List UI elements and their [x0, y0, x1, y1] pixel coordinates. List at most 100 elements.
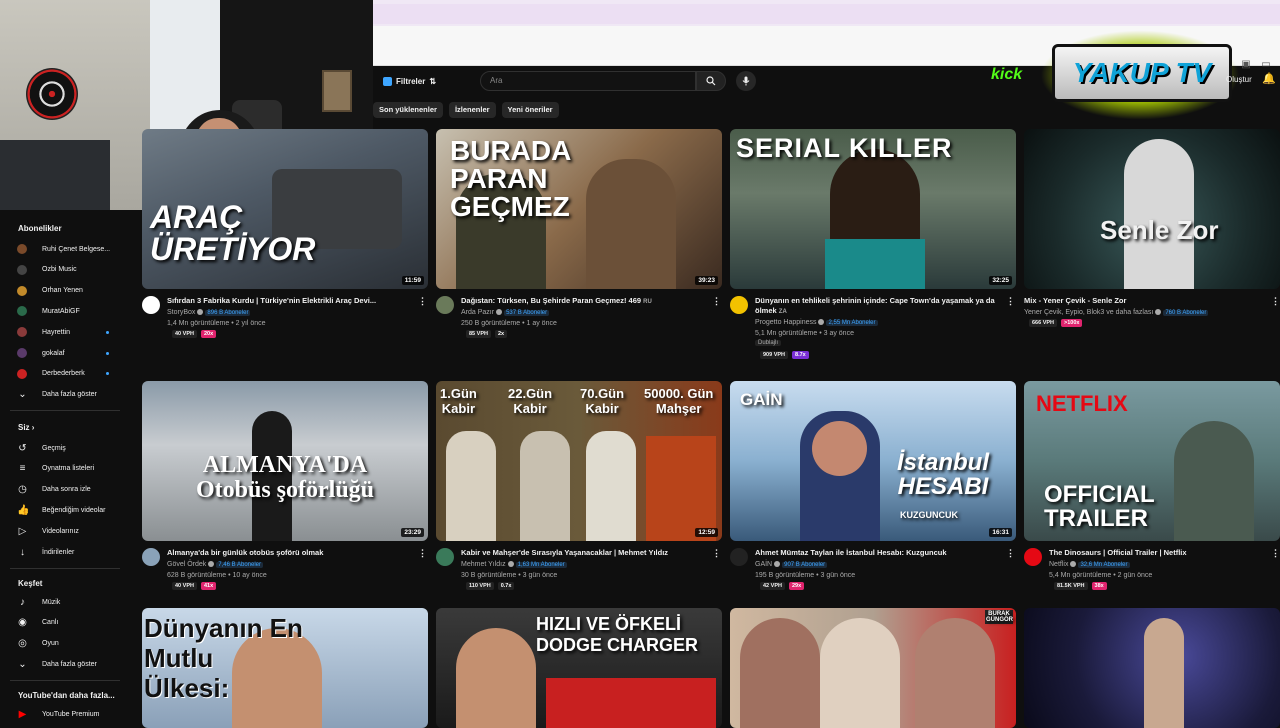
sidebar-item-subscription[interactable]: gokalaf: [17, 345, 125, 361]
channel-name[interactable]: Yener Çevik, Eypio, Blok3 ve daha fazlas…: [1024, 309, 1153, 316]
channel-avatar[interactable]: [730, 296, 748, 314]
sidebar-item-subscription[interactable]: Ruhi Çenet Belgese...: [17, 241, 125, 257]
video-thumbnail[interactable]: ARAÇ ÜRETİYOR 11:59: [142, 129, 428, 289]
vph-badge: 85 VPH: [466, 330, 491, 338]
search-input[interactable]: Ara: [480, 71, 696, 91]
video-title[interactable]: Sıfırdan 3 Fabrika Kurdu | Türkiye'nin E…: [167, 296, 417, 306]
video-title-text: Sıfırdan 3 Fabrika Kurdu | Türkiye'nin E…: [167, 296, 377, 305]
sidebar-item-label: Müzik: [42, 598, 61, 606]
sidebar-item-subscription[interactable]: MuratAbiGF: [17, 303, 125, 319]
video-thumbnail[interactable]: ALMANYA'DA Otobüs şoförlüğü 23:29: [142, 381, 428, 541]
channel-line: Yener Çevik, Eypio, Blok3 ve daha fazlas…: [1024, 308, 1209, 318]
vph-badge: 40 VPH: [172, 582, 197, 590]
notifications-icon[interactable]: 🔔: [1262, 72, 1276, 85]
chip-recent[interactable]: Son yüklenenler: [373, 102, 443, 118]
show-more-label: Daha fazla göster: [42, 660, 97, 668]
video-title[interactable]: Dünyanın en tehlikeli şehrinin içinde: C…: [755, 296, 1005, 317]
channel-name[interactable]: GAİN: [755, 561, 772, 568]
channel-name[interactable]: Mehmet Yıldız: [461, 561, 506, 568]
sidebar-item-music[interactable]: ♪ Müzik: [17, 594, 125, 610]
channel-avatar: [17, 327, 27, 338]
multiplier-badge: 41x: [200, 582, 217, 590]
sidebar-item-playlist[interactable]: ≡ Oynatma listeleri: [17, 461, 125, 477]
channel-avatar[interactable]: [1024, 548, 1042, 566]
sidebar-item-subscription[interactable]: Orhan Yenen: [17, 283, 125, 299]
more-options-icon[interactable]: ⋮: [1006, 296, 1015, 307]
view-count: 5,4 Mn görüntüleme: [1049, 572, 1112, 579]
verified-icon: [774, 561, 781, 568]
subscriptions-show-more[interactable]: ⌄ Daha fazla göster: [17, 386, 125, 402]
upload-age: 10 ay önce: [232, 572, 267, 579]
channel-avatar[interactable]: [142, 548, 160, 566]
video-thumbnail[interactable]: HIZLI VE ÖFKELİ DODGE CHARGER: [436, 608, 722, 728]
video-thumbnail[interactable]: BURADA PARAN GEÇMEZ 39:23: [436, 129, 722, 289]
chip-new-recommendations[interactable]: Yeni öneriler: [501, 102, 559, 118]
channel-name[interactable]: Progetto Happiness: [755, 319, 816, 326]
channel-avatar[interactable]: [436, 296, 454, 314]
person-image: [915, 618, 995, 728]
sidebar-item-clock[interactable]: ◷ Daha sonra izle: [17, 482, 125, 498]
filters-button[interactable]: Filtreler ⇅: [383, 73, 436, 89]
sidebar-item-subscription[interactable]: Ozbi Music: [17, 262, 125, 278]
channel-avatar[interactable]: [436, 548, 454, 566]
more-options-icon[interactable]: ⋮: [1271, 296, 1280, 307]
create-button[interactable]: Oluştur: [1226, 75, 1252, 84]
more-options-icon[interactable]: ⋮: [418, 296, 427, 307]
video-thumbnail[interactable]: NETFLIX OFFICIAL TRAILER: [1024, 381, 1280, 541]
yakup-tv-logo: YAKUP TV: [1052, 44, 1232, 102]
video-thumbnail[interactable]: Senle Zor: [1024, 129, 1280, 289]
sidebar-item-live[interactable]: ◉ Canlı: [17, 615, 125, 631]
video-thumbnail[interactable]: 1.Gün Kabir 22.Gün Kabir 70.Gün Kabir 50000…: [436, 381, 722, 541]
channel-avatar[interactable]: [142, 296, 160, 314]
sidebar-item-subscription[interactable]: Hayrettin: [17, 324, 125, 340]
sidebar-item-thumb-up[interactable]: 👍 Beğendiğim videolar: [17, 502, 125, 518]
video-title[interactable]: Kabir ve Mahşer'de Sırasıyla Yaşanacakla…: [461, 548, 711, 558]
video-thumbnail[interactable]: [1024, 608, 1280, 728]
more-options-icon[interactable]: ⋮: [418, 548, 427, 559]
sidebar-item-label: YouTube Premium: [42, 710, 100, 718]
channel-avatar[interactable]: [730, 548, 748, 566]
sidepanel-icon[interactable]: ▭: [1260, 58, 1272, 70]
explore-show-more[interactable]: ⌄ Daha fazla göster: [17, 656, 125, 672]
sidebar-item-download[interactable]: ↓ İndirilenler: [17, 544, 125, 560]
browser-active-tab-area[interactable]: [373, 4, 1280, 24]
channel-name[interactable]: Gövel Ördek: [167, 561, 206, 568]
more-options-icon[interactable]: ⋮: [1006, 548, 1015, 559]
subscriptions-title[interactable]: Abonelikler: [18, 224, 62, 233]
thumbnail-label: 1.Gün Kabir: [440, 386, 477, 416]
figure-image: [446, 431, 496, 541]
chip-watched[interactable]: İzlenenler: [448, 102, 496, 118]
mic-icon: [742, 76, 750, 86]
sidebar-item-video[interactable]: ▷ Videolarınız: [17, 523, 125, 539]
you-section-title[interactable]: Siz ›: [18, 423, 34, 432]
search-button[interactable]: [696, 71, 726, 91]
kick-logo: kick: [991, 66, 1023, 83]
video-thumbnail[interactable]: BURAK GÜNGÖR: [730, 608, 1016, 728]
video-thumbnail[interactable]: SERIAL KILLER 32:25: [730, 129, 1016, 289]
channel-name[interactable]: StoryBox: [167, 309, 195, 316]
thumbnail-text: Senle Zor: [1100, 215, 1219, 245]
video-title[interactable]: Mix - Yener Çevik - Senle Zor: [1024, 296, 1274, 306]
video-thumbnail[interactable]: Dünyanın En Mutlu Ülkesi:: [142, 608, 428, 728]
thumbnail-subtext: KUZGUNCUK: [900, 510, 958, 520]
video-thumbnail[interactable]: GAİN İstanbul HESABI KUZGUNCUK 16:31: [730, 381, 1016, 541]
sidebar-item-history[interactable]: ↺ Geçmiş: [17, 440, 125, 456]
video-title[interactable]: Ahmet Mümtaz Taylan ile İstanbul Hesabı:…: [755, 548, 1005, 558]
video-title[interactable]: Dağıstan: Türksen, Bu Şehirde Paran Geçm…: [461, 296, 711, 307]
video-title[interactable]: Almanya'da bir günlük otobüs şoförü olma…: [167, 548, 417, 558]
more-options-icon[interactable]: ⋮: [1271, 548, 1280, 559]
channel-name[interactable]: Arda Pazır: [461, 309, 494, 316]
sidebar-item-subscription[interactable]: Derbederberk: [17, 366, 125, 382]
voice-search-button[interactable]: [736, 71, 756, 91]
sidebar-item-game[interactable]: ◎ Oyun: [17, 636, 125, 652]
more-options-icon[interactable]: ⋮: [712, 296, 721, 307]
more-options-icon[interactable]: ⋮: [712, 548, 721, 559]
chevron-down-icon: ⌄: [18, 388, 27, 400]
filters-label: Filtreler: [396, 76, 426, 86]
video-title[interactable]: The Dinosaurs | Official Trailer | Netfl…: [1049, 548, 1280, 558]
channel-avatar: [17, 368, 27, 379]
singer-image: [1144, 618, 1184, 728]
puzzle-icon[interactable]: ▣: [1240, 58, 1252, 70]
channel-name[interactable]: Netflix: [1049, 561, 1068, 568]
video-info: Almanya'da bir günlük otobüs şoförü olma…: [142, 548, 427, 608]
